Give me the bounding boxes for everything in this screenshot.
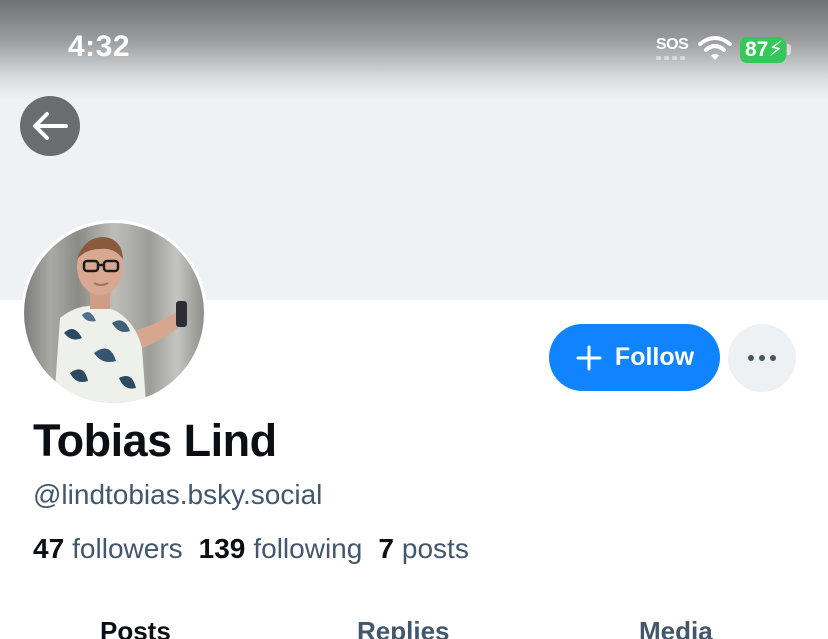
battery-tip <box>787 44 791 55</box>
ellipsis-icon <box>748 355 776 361</box>
profile-stats: 47 followers 139 following 7 posts <box>33 533 469 565</box>
status-time: 4:32 <box>68 30 131 63</box>
followers-label: followers <box>72 533 183 564</box>
posts-label: posts <box>401 533 469 564</box>
following-count: 139 <box>198 533 246 564</box>
battery-indicator: 87⚡ <box>740 37 786 63</box>
tab-replies[interactable]: Replies <box>357 616 450 639</box>
avatar[interactable] <box>21 220 207 406</box>
following-label: following <box>253 533 363 564</box>
profile-tabs: Posts Replies Media <box>0 616 828 639</box>
more-options-button[interactable] <box>728 324 796 392</box>
followers-count: 47 <box>33 533 65 564</box>
display-name: Tobias Lind <box>33 415 277 466</box>
tab-posts[interactable]: Posts <box>100 616 171 639</box>
followers-stat[interactable]: 47 followers <box>33 533 183 565</box>
signal-dots <box>656 56 685 60</box>
plus-icon <box>576 345 602 370</box>
profile-screen: 4:32 SOS 87⚡ Follow Tobias Lind @lindtob… <box>0 0 828 639</box>
charging-bolt-icon: ⚡ <box>768 38 784 61</box>
following-stat[interactable]: 139 following <box>199 533 363 565</box>
wifi-icon <box>698 36 732 60</box>
posts-count: 7 <box>378 533 394 564</box>
arrow-left-icon <box>33 112 68 140</box>
follow-label: Follow <box>614 343 695 371</box>
follow-button[interactable]: Follow <box>549 324 720 391</box>
battery-level: 87 <box>745 38 769 61</box>
profile-photo <box>24 223 204 403</box>
sos-label: SOS <box>656 36 689 53</box>
tab-media[interactable]: Media <box>639 616 713 639</box>
back-button[interactable] <box>20 96 80 156</box>
sos-indicator: SOS <box>656 36 689 64</box>
posts-stat: 7 posts <box>378 533 469 565</box>
profile-handle: @lindtobias.bsky.social <box>33 479 323 510</box>
